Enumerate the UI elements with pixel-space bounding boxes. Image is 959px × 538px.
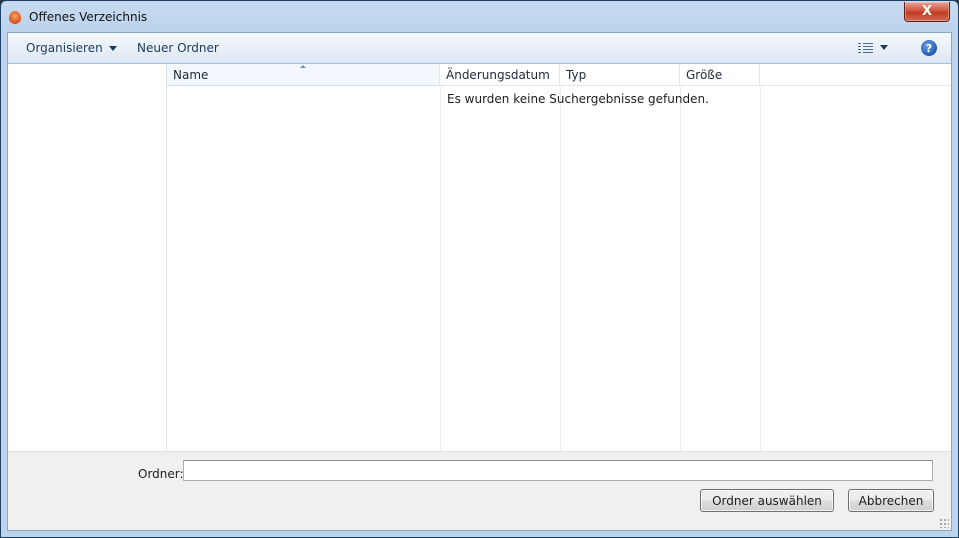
file-list[interactable]: Name Änderungsdatum Typ Größe Es wurden … <box>167 64 951 451</box>
app-icon <box>9 11 21 24</box>
details-view-icon <box>858 42 873 53</box>
column-header-name[interactable]: Name <box>167 64 440 86</box>
navigation-pane[interactable] <box>8 64 167 451</box>
help-icon[interactable]: ? <box>921 40 937 56</box>
resize-grip-icon[interactable] <box>939 518 949 528</box>
column-header-type[interactable]: Typ <box>560 64 680 86</box>
organize-button[interactable]: Organisieren <box>26 41 117 55</box>
column-header-size[interactable]: Größe <box>680 64 760 86</box>
toolbar: Organisieren Neuer Ordner ? <box>8 33 951 64</box>
chevron-down-icon <box>108 46 117 51</box>
view-options-chevron-icon <box>880 45 888 50</box>
window-title: Offenes Verzeichnis <box>29 10 148 24</box>
cancel-button[interactable]: Abbrechen <box>848 489 934 512</box>
column-divider <box>760 86 761 451</box>
folder-label: Ordner: <box>138 467 184 481</box>
folder-input[interactable] <box>183 460 933 481</box>
close-button[interactable]: X <box>904 2 950 22</box>
column-divider <box>560 86 561 451</box>
sort-ascending-icon <box>300 65 306 68</box>
column-header-date[interactable]: Änderungsdatum <box>440 64 560 86</box>
organize-label: Organisieren <box>26 41 103 55</box>
change-view-button[interactable] <box>858 42 894 54</box>
title-bar[interactable]: Offenes Verzeichnis X <box>1 1 958 32</box>
bottom-panel: Ordner: Ordner auswählen Abbrechen <box>8 451 951 530</box>
column-header-filler <box>760 64 951 86</box>
empty-results-message: Es wurden keine Suchergebnisse gefunden. <box>447 92 709 106</box>
new-folder-button[interactable]: Neuer Ordner <box>137 41 219 55</box>
dialog-content: Organisieren Neuer Ordner ? Name Änderun… <box>7 32 952 531</box>
column-divider <box>440 86 441 451</box>
dialog-window: Offenes Verzeichnis X Organisieren Neuer… <box>0 0 959 538</box>
column-divider <box>680 86 681 451</box>
select-folder-button[interactable]: Ordner auswählen <box>700 489 834 512</box>
column-header-name-label: Name <box>173 68 209 82</box>
